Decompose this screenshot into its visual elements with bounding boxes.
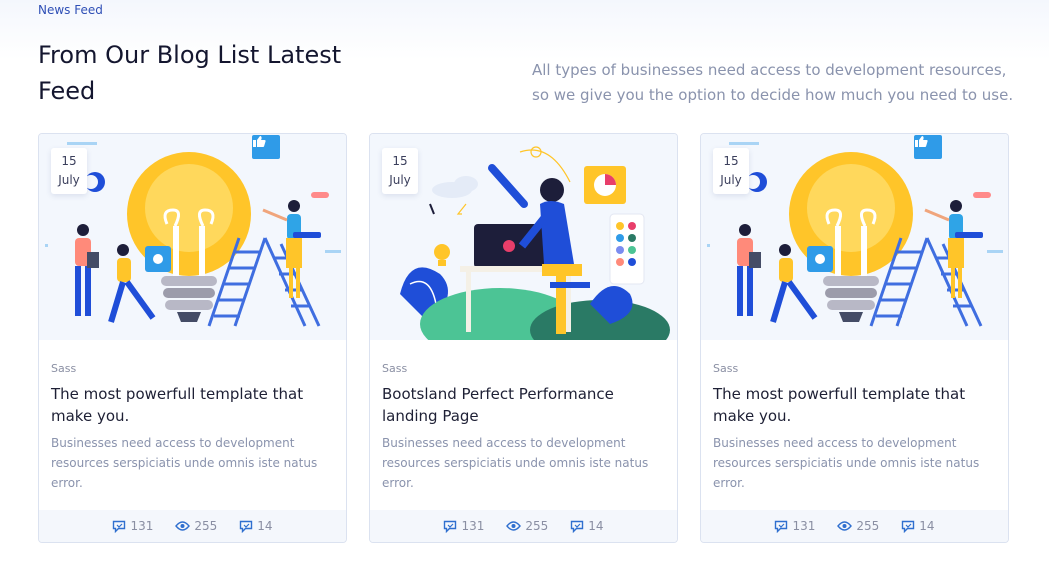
- card-excerpt: Businesses need access to development re…: [382, 436, 649, 490]
- date-badge: 15 July: [382, 148, 418, 194]
- views-stat[interactable]: 255: [837, 519, 879, 533]
- thumbs-up-icon: [253, 136, 266, 147]
- share-icon: [571, 520, 584, 533]
- thumbs-up-icon: [915, 136, 928, 147]
- date-badge: 15 July: [713, 148, 749, 194]
- card-title[interactable]: Bootsland Perfect Performance landing Pa…: [382, 383, 662, 427]
- shares-stat[interactable]: 14: [239, 519, 273, 533]
- shares-stat[interactable]: 14: [901, 519, 935, 533]
- views-stat[interactable]: 255: [175, 519, 217, 533]
- card-category[interactable]: Sass: [713, 362, 996, 375]
- date-month: July: [58, 173, 80, 187]
- card-stats: 131 255 14: [701, 510, 1008, 542]
- card-title[interactable]: The most powerfull template that make yo…: [51, 383, 331, 427]
- eye-icon: [175, 521, 191, 531]
- eye-icon: [506, 521, 522, 531]
- date-badge: 15 July: [51, 148, 87, 194]
- blog-card[interactable]: 15 July Sass The most powerfull template…: [38, 133, 347, 543]
- comment-icon: [444, 520, 457, 533]
- card-excerpt: Businesses need access to development re…: [713, 436, 980, 490]
- comments-count: 131: [461, 519, 485, 533]
- shares-stat[interactable]: 14: [570, 519, 604, 533]
- card-category[interactable]: Sass: [382, 362, 665, 375]
- card-illustration-lightbulb[interactable]: 15 July: [701, 134, 1008, 340]
- card-stats: 131 255 14: [39, 510, 346, 542]
- date-month: July: [720, 173, 742, 187]
- section-eyebrow: News Feed: [38, 3, 103, 17]
- blog-card-list: 15 July Sass The most powerfull template…: [38, 133, 1009, 543]
- shares-count: 14: [588, 519, 604, 533]
- card-illustration-lightbulb[interactable]: 15 July: [39, 134, 346, 340]
- comment-icon: [113, 520, 126, 533]
- date-day: 15: [392, 154, 408, 168]
- section-title: From Our Blog List Latest Feed: [38, 41, 342, 105]
- date-day: 15: [723, 154, 739, 168]
- shares-count: 14: [919, 519, 935, 533]
- comments-count: 131: [792, 519, 816, 533]
- card-category[interactable]: Sass: [51, 362, 334, 375]
- blog-card[interactable]: 15 July Sass The most powerfull template…: [700, 133, 1009, 543]
- card-stats: 131 255 14: [370, 510, 677, 542]
- date-day: 15: [61, 154, 77, 168]
- like-button[interactable]: [914, 135, 942, 159]
- share-icon: [902, 520, 915, 533]
- views-stat[interactable]: 255: [506, 519, 548, 533]
- blog-card[interactable]: 15 July Sass Bootsland Perfect Performan…: [369, 133, 678, 543]
- comments-stat[interactable]: 131: [774, 519, 815, 533]
- card-illustration-laptop[interactable]: 15 July: [370, 134, 677, 340]
- views-count: 255: [194, 519, 218, 533]
- views-count: 255: [856, 519, 880, 533]
- card-title[interactable]: The most powerfull template that make yo…: [713, 383, 993, 427]
- like-button[interactable]: [252, 135, 280, 159]
- date-month: July: [389, 173, 411, 187]
- comments-stat[interactable]: 131: [112, 519, 153, 533]
- comments-count: 131: [130, 519, 154, 533]
- views-count: 255: [525, 519, 549, 533]
- eye-icon: [837, 521, 853, 531]
- section-description: All types of businesses need access to d…: [532, 61, 1014, 104]
- shares-count: 14: [257, 519, 273, 533]
- share-icon: [240, 520, 253, 533]
- card-excerpt: Businesses need access to development re…: [51, 436, 318, 490]
- comments-stat[interactable]: 131: [443, 519, 484, 533]
- comment-icon: [775, 520, 788, 533]
